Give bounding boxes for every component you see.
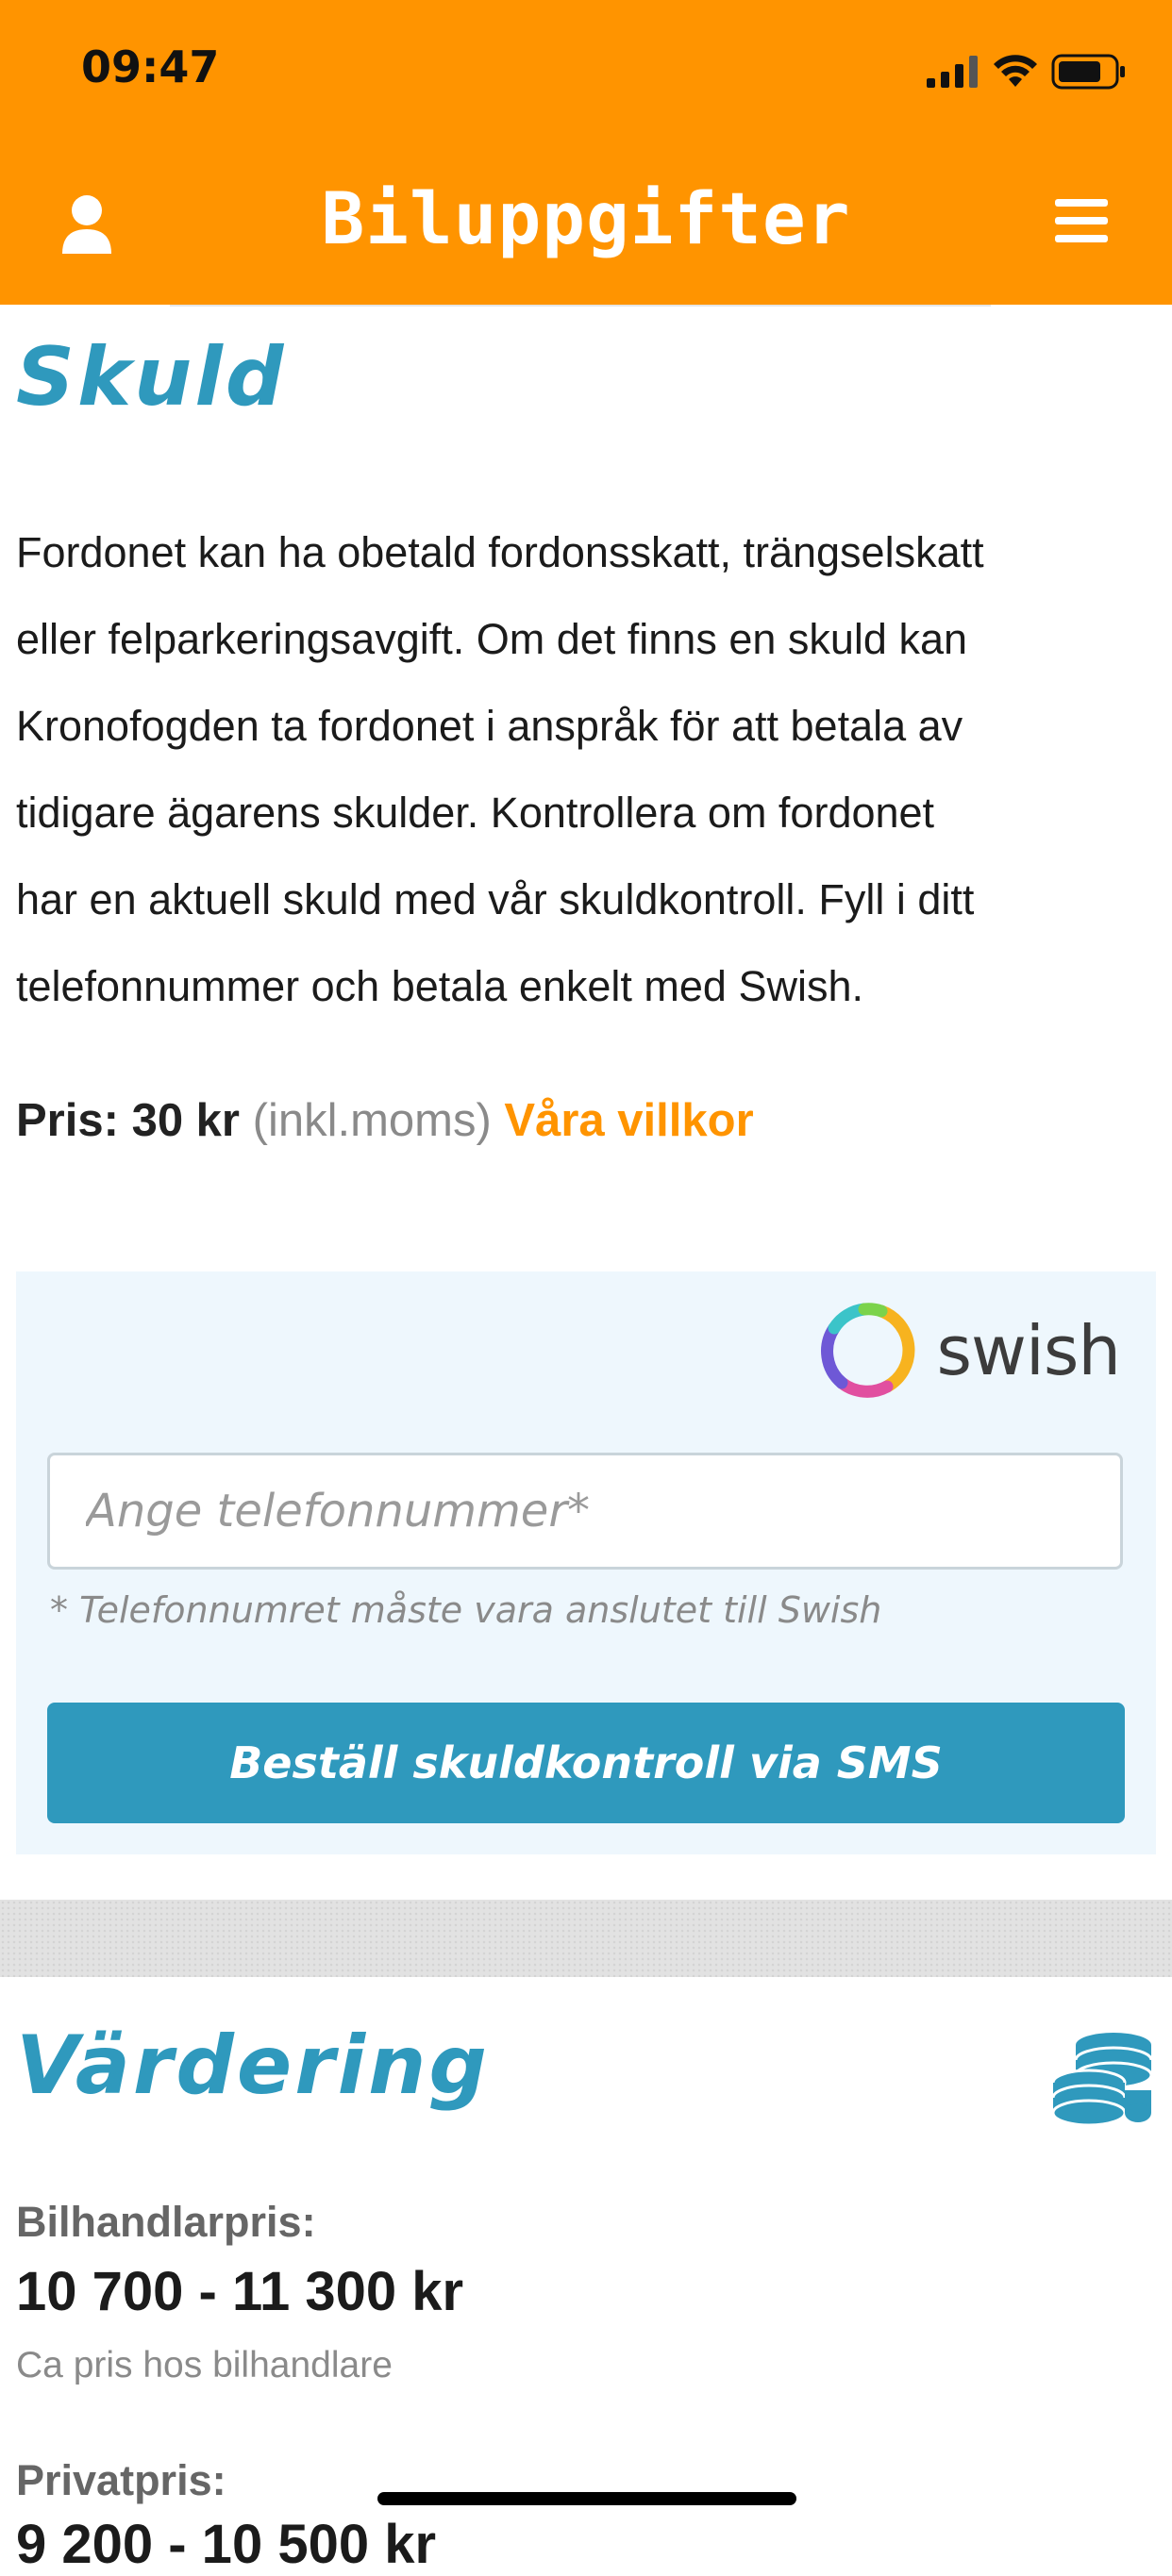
swish-wordmark: swish: [936, 1311, 1121, 1390]
swish-logo-icon: [821, 1303, 915, 1398]
description-line: Kronofogden ta fordonet i anspråk för at…: [16, 702, 963, 750]
price-row: Pris: 30 kr (inkl.moms) Våra villkor: [16, 1094, 754, 1147]
header-divider: [170, 305, 991, 307]
battery-icon: [1051, 54, 1125, 90]
price-value: 30 kr: [131, 1095, 240, 1146]
dealer-price-value: 10 700 - 11 300 kr: [16, 2261, 464, 2322]
price-label: Pris:: [16, 1095, 119, 1146]
hamburger-menu-icon[interactable]: [1053, 197, 1110, 244]
app-title[interactable]: Biluppgifter: [0, 176, 1172, 260]
app-header: Biluppgifter: [0, 139, 1172, 305]
description-line: har en aktuell skuld med vår skuldkontro…: [16, 875, 975, 923]
price-vat-note: (inkl.moms): [252, 1095, 492, 1146]
signal-icon: [927, 56, 978, 88]
swish-order-panel: swish * Telefonnumret måste vara anslute…: [16, 1271, 1156, 1854]
status-bar: 09:47: [0, 0, 1172, 139]
terms-link[interactable]: Våra villkor: [504, 1095, 753, 1146]
skuld-description: Fordonet kan ha obetald fordonsskatt, tr…: [16, 509, 1158, 1030]
home-indicator: [377, 2492, 796, 2505]
description-line: Fordonet kan ha obetald fordonsskatt, tr…: [16, 528, 984, 576]
phone-number-input[interactable]: [47, 1453, 1123, 1570]
phone-requirement-note: * Telefonnumret måste vara anslutet till…: [50, 1589, 882, 1631]
dealer-price-label: Bilhandlarpris:: [16, 2198, 316, 2246]
description-line: eller felparkeringsavgift. Om det finns …: [16, 615, 967, 663]
wifi-icon: [994, 55, 1037, 87]
private-price-value: 9 200 - 10 500 kr: [16, 2514, 437, 2575]
skuld-title: Skuld: [16, 330, 287, 424]
description-line: telefonnummer och betala enkelt med Swis…: [16, 962, 863, 1010]
section-divider: [0, 1900, 1172, 1977]
private-price-label: Privatpris:: [16, 2456, 226, 2504]
status-icons: [927, 49, 1127, 94]
swish-logo: swish: [817, 1300, 1121, 1402]
vardering-title: Värdering: [16, 2019, 490, 2113]
coins-stack-icon: [1051, 2033, 1153, 2126]
order-debt-check-button[interactable]: Beställ skuldkontroll via SMS: [47, 1703, 1125, 1823]
description-line: tidigare ägarens skulder. Kontrollera om…: [16, 789, 935, 837]
status-time: 09:47: [81, 42, 220, 92]
dealer-price-hint: Ca pris hos bilhandlare: [16, 2345, 393, 2385]
